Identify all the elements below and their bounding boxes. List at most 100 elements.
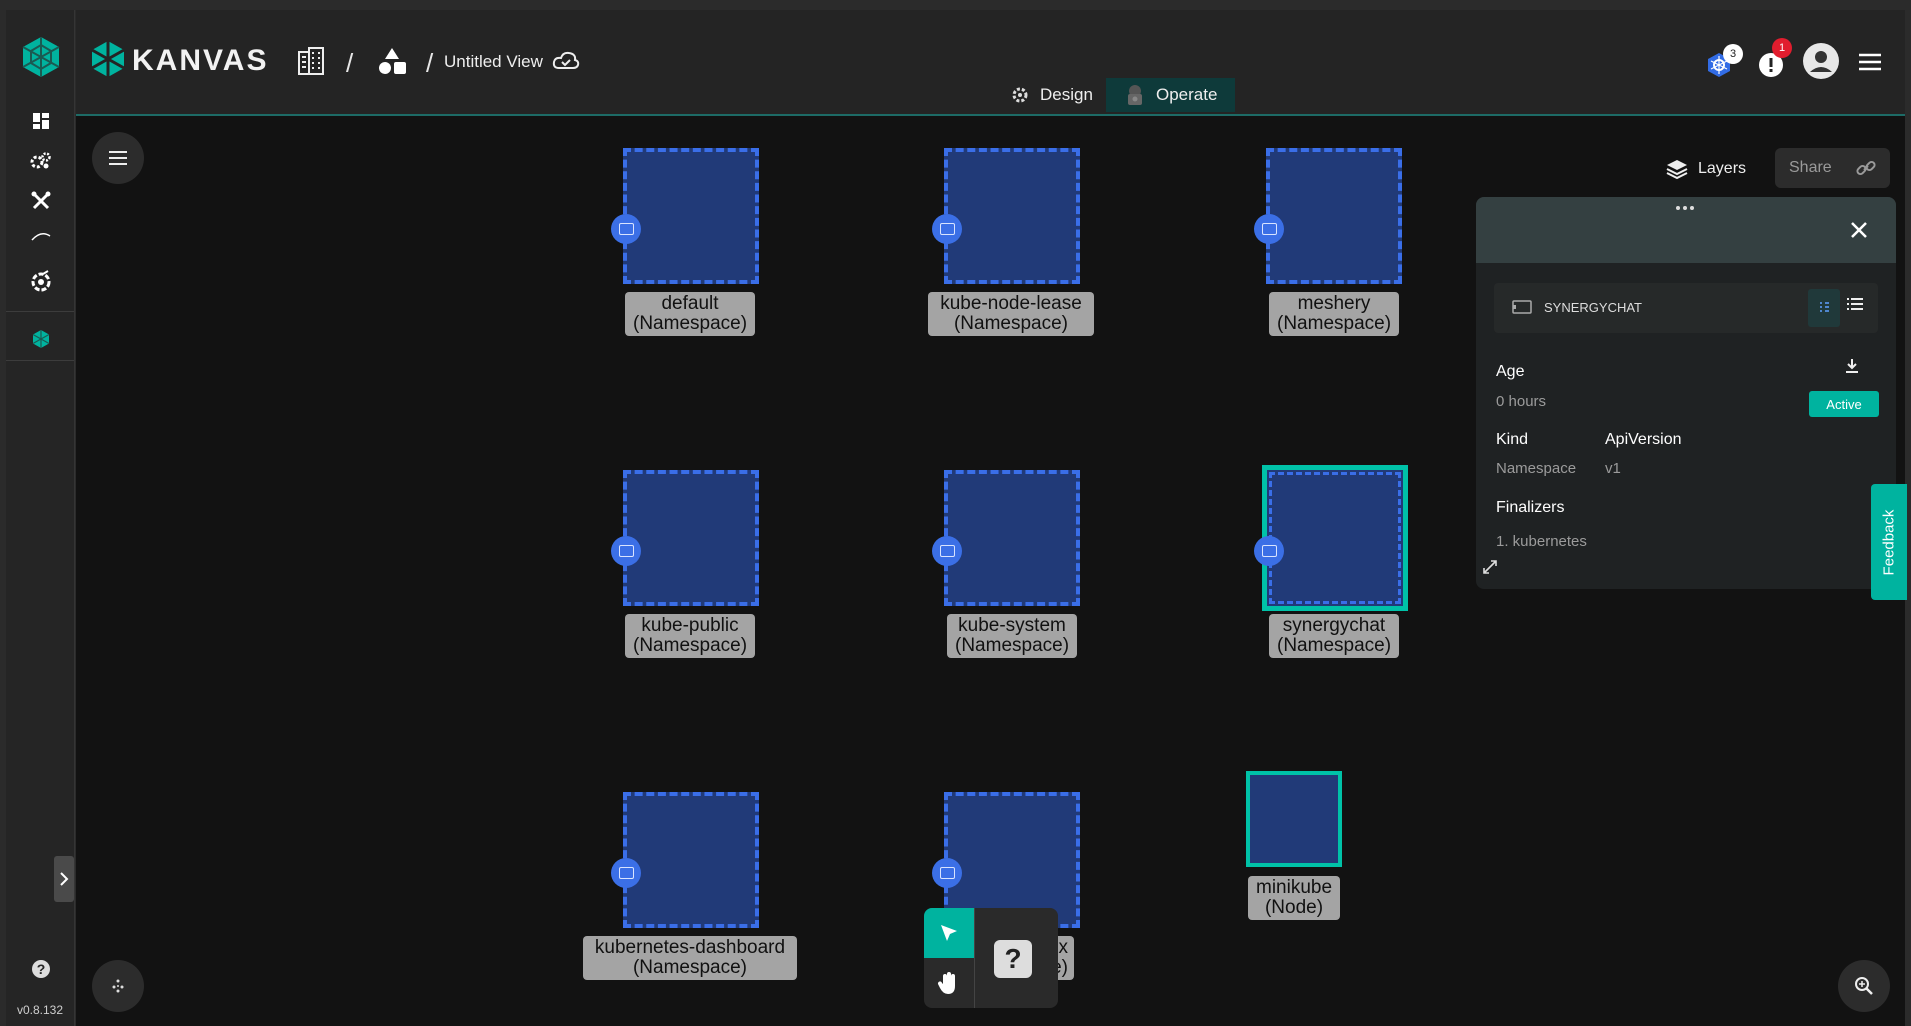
node-label[interactable]: default (Namespace): [625, 292, 755, 336]
node-label[interactable]: kube-node-lease (Namespace): [928, 292, 1094, 336]
namespace-node-kube-public[interactable]: [623, 470, 759, 606]
operate-lock-icon: [1128, 85, 1142, 105]
tree-view-button[interactable]: [1808, 289, 1840, 327]
layout-button[interactable]: [92, 960, 144, 1012]
pointer-tool-button[interactable]: [924, 908, 974, 958]
share-label: Share: [1789, 159, 1832, 176]
pan-tool-button[interactable]: [924, 958, 974, 1008]
performance-icon[interactable]: [26, 266, 56, 296]
kube-count-badge: 3: [1723, 44, 1743, 64]
namespace-node-kube-node-lease[interactable]: [944, 148, 1080, 284]
node-name: kube-system: [958, 615, 1066, 636]
breadcrumb-separator: /: [346, 48, 354, 78]
node-name: synergychat: [1282, 615, 1386, 636]
node-kind: (Namespace): [953, 313, 1069, 334]
namespace-icon: [932, 214, 962, 244]
namespace-icon: [932, 536, 962, 566]
status-badge: Active: [1809, 391, 1879, 417]
resource-name: SYNERGYCHAT: [1544, 300, 1642, 315]
node-kind: (Node): [1264, 897, 1324, 918]
node-label[interactable]: kube-public (Namespace): [625, 614, 755, 658]
namespace-icon: [1254, 536, 1284, 566]
meshery-logo-icon[interactable]: [18, 34, 64, 80]
expand-icon[interactable]: [1482, 559, 1498, 580]
age-value: 0 hours: [1496, 393, 1547, 410]
kanvas-extension-icon[interactable]: [26, 324, 56, 354]
node-name: minikube: [1256, 877, 1333, 898]
palette-divider: [974, 908, 975, 1008]
svg-text:?: ?: [37, 961, 46, 977]
apiversion-value: v1: [1605, 460, 1621, 477]
namespace-icon: [611, 858, 641, 888]
node-label[interactable]: kube-system (Namespace): [947, 614, 1077, 658]
node-name: kube-node-lease: [940, 293, 1082, 314]
node-kind: (Namespace): [632, 957, 748, 978]
tab-design-label: Design: [1040, 85, 1093, 104]
panel-header[interactable]: [1476, 197, 1896, 263]
workspace-shapes-icon[interactable]: [376, 46, 408, 81]
notification-badge: 1: [1772, 38, 1792, 58]
node-kind: (Namespace): [633, 635, 748, 656]
namespace-node-kube-system[interactable]: [944, 470, 1080, 606]
tool-palette: ?: [924, 908, 1058, 1008]
rail-divider: [6, 360, 74, 361]
menu-hamburger-icon[interactable]: [1858, 52, 1882, 77]
node-label[interactable]: synergychat (Namespace): [1269, 614, 1399, 658]
help-icon[interactable]: ?: [26, 954, 56, 984]
rail-divider: [6, 311, 74, 312]
namespace-node-default[interactable]: [623, 148, 759, 284]
finalizer-item: 1. kubernetes: [1496, 533, 1587, 550]
resource-card: SYNERGYCHAT: [1494, 283, 1878, 333]
age-label: Age: [1496, 363, 1525, 380]
tab-operate[interactable]: Operate: [1106, 78, 1236, 112]
expand-sidebar-button[interactable]: [54, 856, 74, 902]
download-icon[interactable]: [1844, 357, 1860, 380]
breadcrumb-separator: /: [426, 48, 434, 78]
drag-handle-icon[interactable]: [1674, 199, 1696, 217]
node-minikube[interactable]: [1246, 771, 1342, 867]
list-view-button[interactable]: [1846, 297, 1864, 318]
app-version: v0.8.132: [16, 1003, 64, 1017]
node-label[interactable]: minikube (Node): [1248, 876, 1340, 920]
namespace-node-kubernetes-dashboard[interactable]: [623, 792, 759, 928]
layers-label: Layers: [1698, 160, 1747, 177]
node-name: meshery: [1297, 293, 1371, 314]
layers-button[interactable]: Layers: [1666, 154, 1746, 184]
kanvas-logo-icon: [90, 40, 126, 83]
zoom-icon: [1855, 977, 1873, 995]
canvas-menu-button[interactable]: [92, 132, 144, 184]
pointer-icon: [941, 925, 957, 941]
tab-design[interactable]: Design: [992, 78, 1111, 112]
design-gear-icon: [1012, 87, 1028, 103]
tab-operate-label: Operate: [1156, 85, 1218, 104]
menu-icon: [109, 151, 127, 165]
organization-icon[interactable]: [296, 46, 326, 81]
dashboard-icon[interactable]: [26, 106, 56, 136]
brand-name: KANVAS: [132, 44, 269, 77]
lifecycle-icon[interactable]: [26, 222, 56, 252]
node-label[interactable]: meshery (Namespace): [1269, 292, 1399, 336]
tree-view-icon: [1820, 302, 1829, 312]
share-button[interactable]: Share: [1775, 148, 1890, 188]
top-header: KANVAS / / Untitled View Design Operate …: [76, 10, 1905, 116]
node-name: kubernetes-dashboard: [594, 937, 786, 958]
namespace-node-synergychat[interactable]: [1262, 465, 1408, 611]
namespace-icon: [1254, 214, 1284, 244]
help-button[interactable]: ?: [994, 940, 1032, 978]
namespace-icon: [932, 858, 962, 888]
close-icon[interactable]: [1850, 221, 1868, 244]
settings-gears-icon[interactable]: [26, 146, 56, 176]
link-icon: [1856, 160, 1876, 176]
cloud-sync-icon[interactable]: [552, 50, 580, 75]
finalizers-label: Finalizers: [1496, 499, 1565, 516]
tools-icon[interactable]: [26, 186, 56, 216]
zoom-button[interactable]: [1838, 960, 1890, 1012]
feedback-tab[interactable]: Feedback: [1871, 484, 1907, 600]
namespace-node-meshery[interactable]: [1266, 148, 1402, 284]
layout-dots-icon: [112, 979, 124, 993]
node-label[interactable]: kubernetes-dashboard (Namespace): [583, 936, 797, 980]
view-title[interactable]: Untitled View: [444, 52, 543, 72]
user-avatar[interactable]: [1802, 42, 1840, 85]
list-view-icon: [1847, 298, 1863, 310]
node-name: kube-public: [641, 615, 739, 636]
